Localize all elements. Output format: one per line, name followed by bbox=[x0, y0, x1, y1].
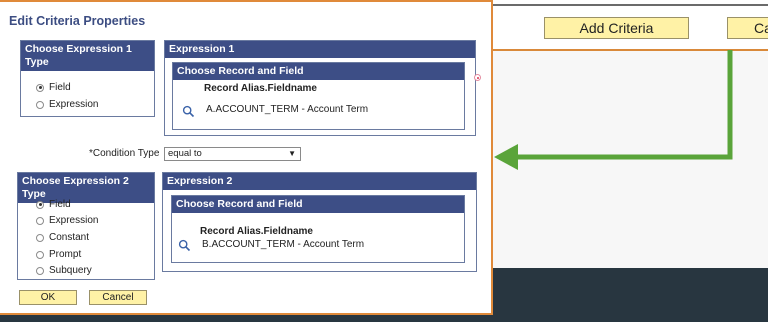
expression1-type-header: Choose Expression 1 Type bbox=[21, 41, 154, 71]
expression2-type-panel: Choose Expression 2 Type bbox=[17, 172, 155, 280]
radio-icon[interactable] bbox=[36, 216, 44, 225]
expression2-value: B.ACCOUNT_TERM - Account Term bbox=[202, 239, 365, 250]
magnifier-icon[interactable] bbox=[182, 105, 195, 118]
expr2-radio-expression[interactable]: Expression bbox=[36, 215, 98, 226]
expr2-radio-field[interactable]: Field bbox=[36, 199, 71, 210]
magnifier-icon[interactable] bbox=[178, 239, 191, 252]
choose-record-header: Choose Record and Field bbox=[173, 63, 464, 80]
radio-label: Field bbox=[49, 82, 71, 93]
radio-icon[interactable] bbox=[36, 233, 44, 242]
radio-label: Prompt bbox=[49, 249, 82, 260]
radio-icon[interactable] bbox=[36, 250, 44, 259]
expr2-radio-prompt[interactable]: Prompt bbox=[36, 249, 81, 260]
expr2-radio-subquery[interactable]: Subquery bbox=[36, 265, 92, 276]
cancel-button[interactable]: Cancel bbox=[89, 290, 147, 305]
condition-type-value: equal to bbox=[168, 148, 202, 159]
radio-label: Expression bbox=[49, 215, 99, 226]
dropdown-arrow-icon[interactable]: ▼ bbox=[288, 148, 296, 160]
dialog-title: Edit Criteria Properties bbox=[9, 14, 146, 28]
radio-label: Field bbox=[49, 199, 71, 210]
status-dot-icon bbox=[474, 74, 481, 81]
record-alias-label: Record Alias.Fieldname bbox=[204, 83, 317, 94]
radio-selected-icon[interactable] bbox=[36, 200, 44, 209]
radio-label: Subquery bbox=[49, 265, 92, 276]
expression1-header: Expression 1 bbox=[165, 41, 475, 58]
radio-label: Constant bbox=[49, 232, 90, 243]
green-arrow-icon bbox=[494, 50, 733, 170]
expr1-radio-field[interactable]: Field bbox=[36, 82, 71, 93]
expression1-record-panel: Choose Record and Field bbox=[172, 62, 465, 130]
edit-criteria-dialog: Edit Criteria Properties Choose Expressi… bbox=[0, 0, 493, 315]
radio-selected-icon[interactable] bbox=[36, 83, 44, 92]
record-alias-label: Record Alias.Fieldname bbox=[200, 226, 313, 237]
ok-button[interactable]: OK bbox=[19, 290, 77, 305]
expr1-radio-expression[interactable]: Expression bbox=[36, 99, 98, 110]
radio-icon[interactable] bbox=[36, 100, 44, 109]
cancel-button-partial[interactable]: Ca bbox=[727, 17, 768, 39]
add-criteria-button[interactable]: Add Criteria bbox=[544, 17, 689, 39]
expression2-header: Expression 2 bbox=[163, 173, 476, 190]
expr2-radio-constant[interactable]: Constant bbox=[36, 232, 89, 243]
radio-icon[interactable] bbox=[36, 266, 44, 275]
radio-label: Expression bbox=[49, 99, 99, 110]
expression1-value: A.ACCOUNT_TERM - Account Term bbox=[206, 104, 369, 115]
condition-type-select[interactable]: equal to ▼ bbox=[164, 147, 301, 161]
condition-type-label: *Condition Type bbox=[89, 148, 160, 159]
choose-record-header: Choose Record and Field bbox=[172, 196, 464, 213]
